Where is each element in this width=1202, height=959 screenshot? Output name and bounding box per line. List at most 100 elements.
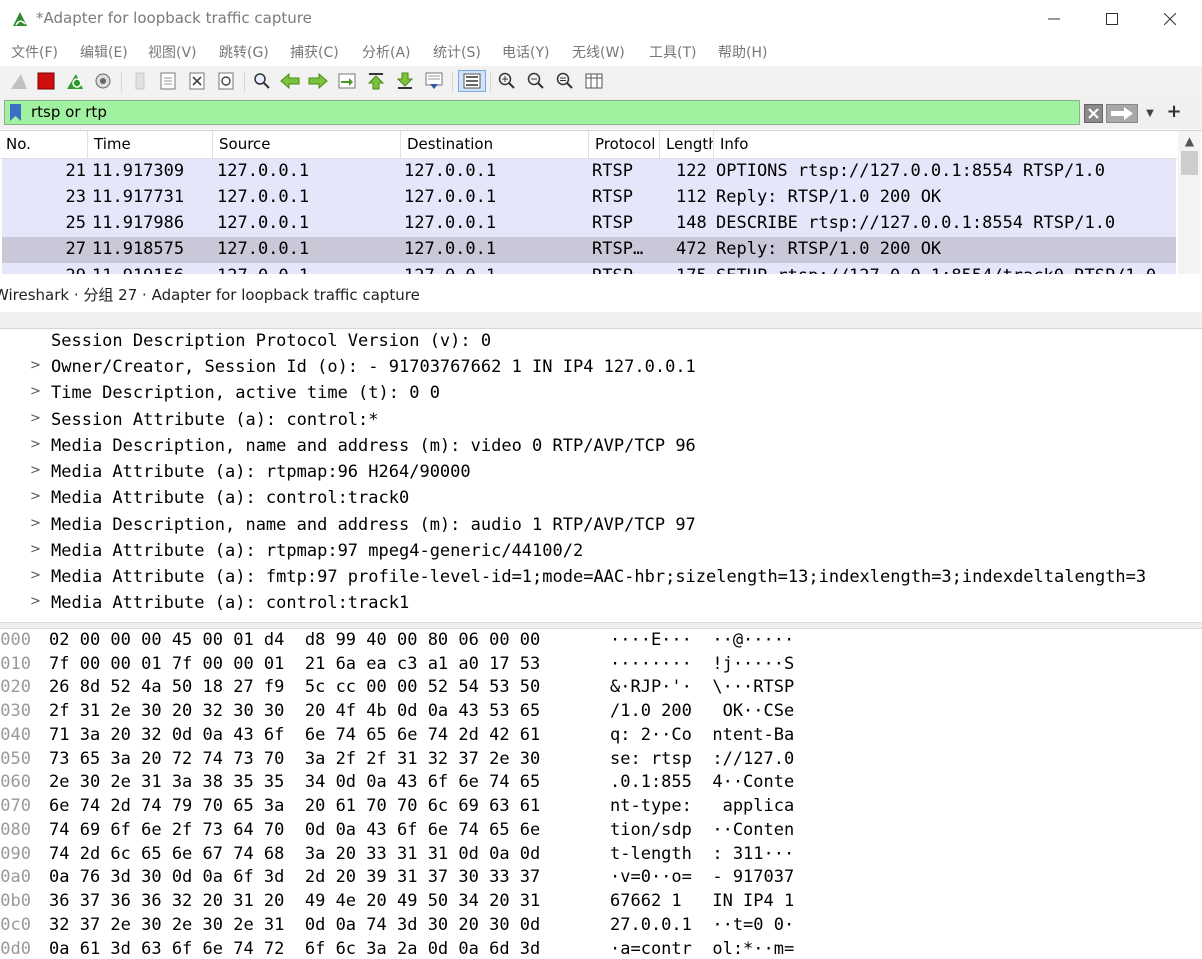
go-first-packet-button[interactable] [365,70,387,92]
auto-scroll-button[interactable] [423,70,445,92]
tree-item[interactable]: > Media Attribute (a): fmtp:97 profile-l… [0,565,1202,591]
find-packet-button[interactable] [251,70,273,92]
byte-ascii[interactable]: 27.0.0.1 ··t=0 0· [610,915,794,935]
expand-arrow-icon[interactable]: > [30,568,41,583]
column-header-no[interactable]: No. [0,131,88,158]
tree-item[interactable]: Session Description Protocol Version (v)… [0,329,1202,355]
expand-arrow-icon[interactable]: > [30,516,41,531]
menu-file[interactable]: 文件(F) [11,42,58,62]
byte-ascii[interactable]: q: 2··Co ntent-Ba [610,725,794,745]
scrollbar-thumb[interactable] [1181,151,1198,175]
byte-hex[interactable]: 36 37 36 36 32 20 31 20 49 4e 20 49 50 3… [49,891,540,911]
tree-item[interactable]: > Session Attribute (a): control:* [0,408,1202,434]
menu-tools[interactable]: 工具(T) [649,42,696,62]
byte-ascii[interactable]: tion/sdp ··Conten [610,820,794,840]
menu-wireless[interactable]: 无线(W) [572,42,625,62]
byte-hex[interactable]: 6e 74 2d 74 79 70 65 3a 20 61 70 70 6c 6… [49,796,540,816]
expand-arrow-icon[interactable]: > [30,489,41,504]
byte-ascii[interactable]: t-length : 311··· [610,844,794,864]
menu-telephony[interactable]: 电话(Y) [502,42,549,62]
go-back-button[interactable] [279,70,301,92]
open-file-button[interactable] [129,70,151,92]
byte-hex[interactable]: 74 2d 6c 65 6e 67 74 68 3a 20 33 31 31 0… [49,844,540,864]
byte-ascii[interactable]: ·a=contr ol:*··m= [610,939,794,959]
go-last-packet-button[interactable] [394,70,416,92]
byte-hex[interactable]: 2f 31 2e 30 20 32 30 30 20 4f 4b 0d 0a 4… [49,701,540,721]
byte-hex[interactable]: 0a 76 3d 30 0d 0a 6f 3d 2d 20 39 31 37 3… [49,867,540,887]
menu-help[interactable]: 帮助(H) [718,42,767,62]
zoom-normal-button[interactable] [554,70,576,92]
byte-ascii[interactable]: .0.1:855 4··Conte [610,772,794,792]
clear-filter-icon[interactable] [1084,104,1103,123]
zoom-in-button[interactable] [496,70,518,92]
byte-ascii[interactable]: ········ !j·····S [610,654,794,674]
byte-ascii[interactable]: ····E··· ··@····· [610,630,794,650]
tree-item[interactable]: > Media Attribute (a): rtpmap:97 mpeg4-g… [0,539,1202,565]
packet-bytes-pane[interactable]: 0000 02 00 00 00 45 00 01 d4 d8 99 40 00… [0,629,1202,959]
byte-hex[interactable]: 32 37 2e 30 2e 30 2e 31 0d 0a 74 3d 30 2… [49,915,540,935]
packet-row-selected[interactable]: 27 11.918575 127.0.0.1 127.0.0.1 RTSP… 4… [2,237,1176,263]
pane-splitter[interactable] [0,622,1202,629]
column-header-protocol[interactable]: Protocol [589,131,660,158]
byte-hex[interactable]: 71 3a 20 32 0d 0a 43 6f 6e 74 65 6e 74 2… [49,725,540,745]
go-to-packet-button[interactable] [336,70,358,92]
expand-arrow-icon[interactable]: > [30,358,41,373]
expand-arrow-icon[interactable]: > [30,542,41,557]
close-button[interactable] [1141,0,1199,38]
tree-item[interactable]: > Media Attribute (a): rtpmap:96 H264/90… [0,460,1202,486]
byte-ascii[interactable]: 67662 1 IN IP4 1 [610,891,794,911]
byte-hex[interactable]: 7f 00 00 01 7f 00 00 01 21 6a ea c3 a1 a… [49,654,540,674]
column-header-info[interactable]: Info [714,131,1178,158]
stop-capture-button[interactable] [35,70,57,92]
apply-filter-icon[interactable] [1106,104,1138,123]
expand-arrow-icon[interactable]: > [30,594,41,609]
tree-item[interactable]: > Time Description, active time (t): 0 0 [0,381,1202,407]
packet-row[interactable]: 25 11.917986 127.0.0.1 127.0.0.1 RTSP 14… [2,211,1176,237]
byte-hex[interactable]: 73 65 3a 20 72 74 73 70 3a 2f 2f 31 32 3… [49,749,540,769]
expand-arrow-icon[interactable]: > [30,384,41,399]
go-forward-button[interactable] [307,70,329,92]
restart-capture-button[interactable] [64,70,86,92]
menu-analyze[interactable]: 分析(A) [362,42,411,62]
tree-item[interactable]: > Media Attribute (a): control:track1 [0,591,1202,617]
close-file-button[interactable] [186,70,208,92]
maximize-button[interactable] [1083,0,1141,38]
byte-ascii[interactable]: nt-type: applica [610,796,794,816]
byte-hex[interactable]: 74 69 6f 6e 2f 73 64 70 0d 0a 43 6f 6e 7… [49,820,540,840]
packet-list[interactable]: No. Time Source Destination Protocol Len… [0,130,1202,275]
add-filter-button-icon[interactable]: + [1164,100,1184,124]
minimize-button[interactable] [1025,0,1083,38]
menu-edit[interactable]: 编辑(E) [80,42,128,62]
byte-ascii[interactable]: /1.0 200 OK··CSe [610,701,794,721]
menu-view[interactable]: 视图(V) [148,42,197,62]
tree-item[interactable]: > Media Description, name and address (m… [0,513,1202,539]
colorize-button[interactable] [458,70,486,92]
menu-statistics[interactable]: 统计(S) [433,42,481,62]
scroll-up-arrow-icon[interactable]: ▲ [1178,131,1201,151]
start-capture-button[interactable] [8,70,30,92]
expand-arrow-icon[interactable]: > [30,411,41,426]
expand-arrow-icon[interactable]: > [30,437,41,452]
reload-file-button[interactable] [215,70,237,92]
expand-arrow-icon[interactable]: > [30,463,41,478]
packet-row[interactable]: 21 11.917309 127.0.0.1 127.0.0.1 RTSP 12… [2,159,1176,185]
tree-item[interactable]: > Owner/Creator, Session Id (o): - 91703… [0,355,1202,381]
column-header-time[interactable]: Time [88,131,213,158]
byte-hex[interactable]: 02 00 00 00 45 00 01 d4 d8 99 40 00 80 0… [49,630,540,650]
byte-ascii[interactable]: ·v=0··o= - 917037 [610,867,794,887]
tree-item[interactable]: > Media Attribute (a): control:track0 [0,486,1202,512]
column-header-length[interactable]: Length [660,131,714,158]
column-header-source[interactable]: Source [213,131,401,158]
tree-item[interactable]: > Media Description, name and address (m… [0,434,1202,460]
display-filter-input[interactable]: rtsp or rtp [4,100,1080,125]
byte-hex[interactable]: 2e 30 2e 31 3a 38 35 35 34 0d 0a 43 6f 6… [49,772,540,792]
packet-row[interactable]: 23 11.917731 127.0.0.1 127.0.0.1 RTSP 11… [2,185,1176,211]
zoom-out-button[interactable] [525,70,547,92]
packet-details-tree[interactable]: Session Description Protocol Version (v)… [0,329,1202,621]
menu-capture[interactable]: 捕获(C) [290,42,339,62]
byte-ascii[interactable]: se: rtsp ://127.0 [610,749,794,769]
bookmark-icon[interactable] [10,104,21,121]
save-file-button[interactable] [157,70,179,92]
capture-options-button[interactable] [92,70,114,92]
byte-hex[interactable]: 26 8d 52 4a 50 18 27 f9 5c cc 00 00 52 5… [49,677,540,697]
